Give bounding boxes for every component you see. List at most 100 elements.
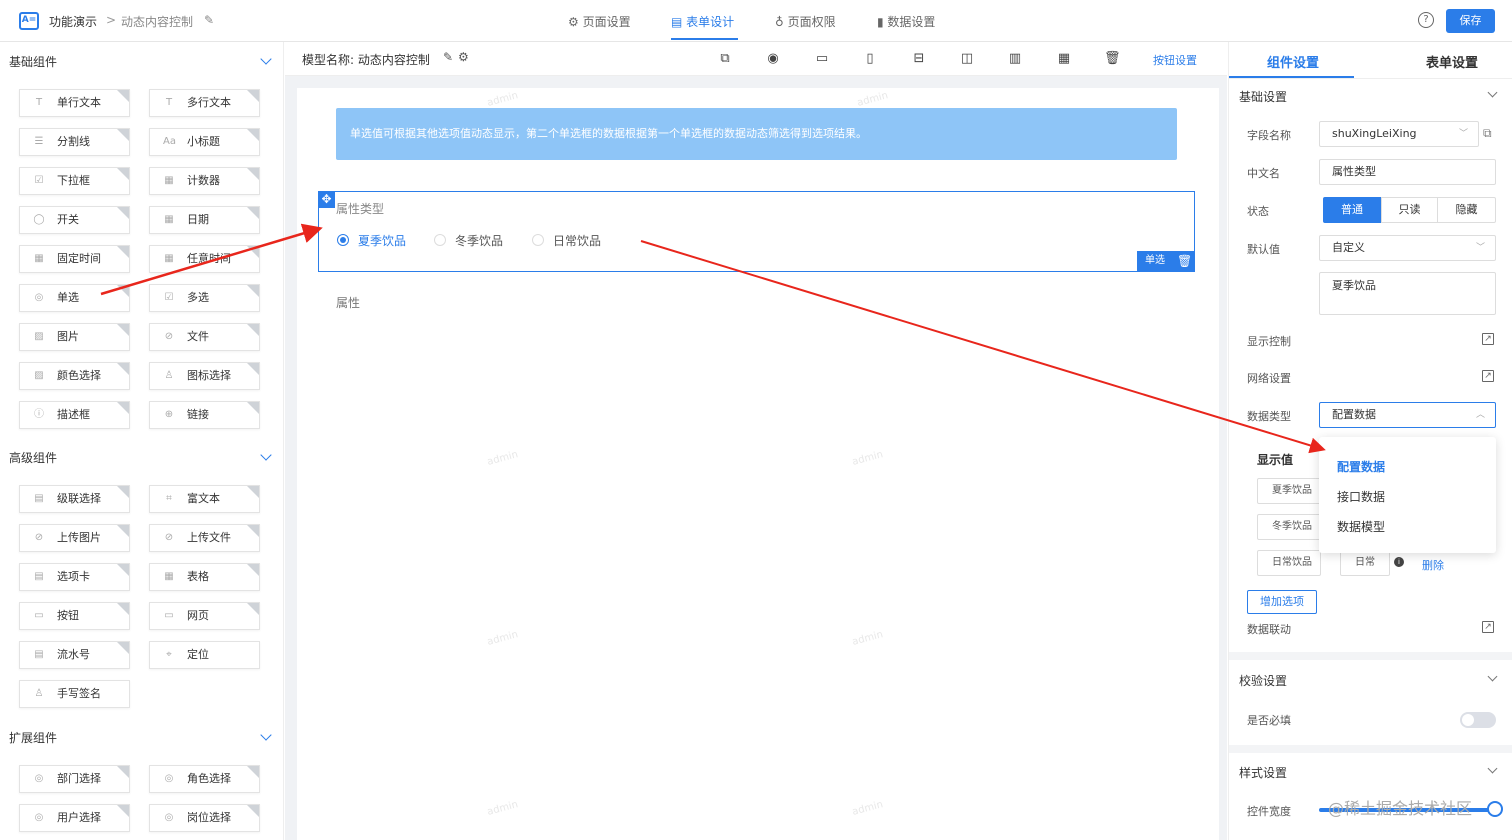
field-name-select[interactable]: shuXingLeiXing ﹀ — [1319, 121, 1479, 147]
section-divider — [1229, 652, 1512, 660]
tab-component-settings[interactable]: 组件设置 — [1267, 52, 1319, 71]
chevron-down-icon[interactable] — [260, 53, 272, 65]
link-icon[interactable]: ⧉ — [717, 51, 733, 67]
dropdown-option-data-model[interactable]: 数据模型 — [1337, 518, 1385, 535]
component-item[interactable]: ▦ 任意时间 — [149, 245, 260, 273]
component-item[interactable]: T 单行文本 — [19, 89, 130, 117]
component-item[interactable]: ☑ 下拉框 — [19, 167, 130, 195]
chevron-down-icon[interactable] — [260, 449, 272, 461]
watermark: admin — [486, 799, 520, 818]
component-item[interactable]: ▭ 网页 — [149, 602, 260, 630]
watermark: admin — [486, 90, 520, 109]
component-item[interactable]: ▨ 图片 — [19, 323, 130, 351]
chevron-down-icon[interactable] — [260, 729, 272, 741]
component-item[interactable]: ⌖ 定位 — [149, 641, 260, 669]
component-item[interactable]: ◎ 单选 — [19, 284, 130, 312]
delete-option-link[interactable]: 删除 — [1422, 557, 1444, 573]
basic-settings-title: 基础设置 — [1239, 90, 1288, 104]
gear-icon[interactable]: ⚙ — [458, 50, 469, 64]
tab-page-settings[interactable]: ⚙ 页面设置 — [568, 13, 631, 30]
layout-three-column-icon[interactable]: ▥ — [1007, 51, 1023, 67]
component-item[interactable]: ⊘ 文件 — [149, 323, 260, 351]
dropdown-option-api-data[interactable]: 接口数据 — [1337, 488, 1385, 505]
width-slider-handle[interactable] — [1487, 801, 1503, 817]
corner-mark — [117, 285, 129, 297]
chevron-down-icon[interactable] — [1487, 87, 1498, 98]
radio-option-winter[interactable] — [434, 234, 446, 246]
status-hidden-button[interactable]: 隐藏 — [1437, 197, 1496, 223]
option-input[interactable]: 夏季饮品 — [1257, 478, 1321, 504]
help-icon[interactable]: ? — [1418, 12, 1434, 28]
mobile-icon[interactable]: ▯ — [862, 51, 878, 67]
component-item[interactable]: ▦ 日期 — [149, 206, 260, 234]
component-item[interactable]: ⓘ 描述框 — [19, 401, 130, 429]
component-item[interactable]: ☰ 分割线 — [19, 128, 130, 156]
component-item[interactable]: ▭ 按钮 — [19, 602, 130, 630]
desktop-icon[interactable]: ▭ — [814, 51, 830, 67]
component-item[interactable]: ▤ 选项卡 — [19, 563, 130, 591]
component-item[interactable]: ◎ 部门选择 — [19, 765, 130, 793]
radio-option-summer[interactable] — [337, 234, 349, 246]
delete-field-icon[interactable]: 🗑 — [1177, 251, 1192, 271]
layout-four-column-icon[interactable]: ▦ — [1056, 51, 1072, 67]
required-toggle[interactable] — [1460, 712, 1496, 728]
tab-form-settings[interactable]: 表单设置 — [1426, 52, 1478, 71]
edit-icon[interactable]: ↗ — [1482, 370, 1494, 382]
add-option-button[interactable]: 增加选项 — [1247, 590, 1317, 614]
component-item[interactable]: ⌗ 富文本 — [149, 485, 260, 513]
component-item[interactable]: ◎ 用户选择 — [19, 804, 130, 832]
component-item[interactable]: ▦ 表格 — [149, 563, 260, 591]
component-item[interactable]: ♙ 图标选择 — [149, 362, 260, 390]
component-item[interactable]: ☑ 多选 — [149, 284, 260, 312]
tab-page-permissions[interactable]: ♁ 页面权限 — [775, 13, 836, 30]
preview-eye-icon[interactable]: ◉ — [765, 51, 781, 67]
status-normal-button[interactable]: 普通 — [1323, 197, 1381, 223]
component-item[interactable]: ▨ 颜色选择 — [19, 362, 130, 390]
data-type-select[interactable]: 配置数据 ︿ — [1319, 402, 1496, 428]
breadcrumb-root[interactable]: 功能演示 — [49, 13, 97, 30]
layout-one-column-icon[interactable]: ⊟ — [911, 51, 927, 67]
top-bar: A= 功能演示 > 动态内容控制 ✎ ⚙ 页面设置 ▤ 表单设计 ♁ 页面权限 … — [0, 0, 1512, 42]
corner-mark — [117, 642, 129, 654]
component-item[interactable]: ▦ 计数器 — [149, 167, 260, 195]
chevron-down-icon[interactable] — [1487, 763, 1498, 774]
default-value-textarea[interactable]: 夏季饮品 — [1319, 272, 1496, 315]
component-item[interactable]: ⊕ 链接 — [149, 401, 260, 429]
option-value-input[interactable]: 日常 — [1340, 550, 1390, 576]
edit-icon[interactable]: ↗ — [1482, 621, 1494, 633]
edit-model-icon[interactable]: ✎ — [443, 50, 453, 64]
edit-icon[interactable]: ↗ — [1482, 333, 1494, 345]
option-input[interactable]: 日常饮品 — [1257, 550, 1321, 576]
component-item[interactable]: ▤ 级联选择 — [19, 485, 130, 513]
component-item[interactable]: ▤ 流水号 — [19, 641, 130, 669]
save-button[interactable]: 保存 — [1446, 9, 1495, 33]
trash-icon[interactable]: 🗑 — [1104, 51, 1121, 67]
component-label: 图片 — [57, 330, 79, 343]
component-item[interactable]: ◎ 岗位选择 — [149, 804, 260, 832]
chevron-down-icon[interactable] — [1487, 671, 1498, 682]
edit-title-icon[interactable]: ✎ — [204, 13, 214, 27]
radio-option-daily[interactable] — [532, 234, 544, 246]
default-value-select[interactable]: 自定义 ﹀ — [1319, 235, 1496, 261]
component-item[interactable]: ⊘ 上传文件 — [149, 524, 260, 552]
dropdown-option-config-data[interactable]: 配置数据 — [1337, 458, 1385, 475]
component-item[interactable]: ▦ 固定时间 — [19, 245, 130, 273]
move-handle-icon[interactable]: ✥ — [318, 191, 335, 208]
button-settings-link[interactable]: 按钮设置 — [1153, 52, 1197, 68]
selected-radio-field[interactable]: ✥ 属性类型 夏季饮品 冬季饮品 日常饮品 单选 🗑 — [318, 191, 1195, 272]
tab-form-design[interactable]: ▤ 表单设计 — [671, 13, 734, 30]
copy-icon[interactable]: ⧉ — [1483, 126, 1492, 141]
component-item[interactable]: ◯ 开关 — [19, 206, 130, 234]
corner-mark — [247, 90, 259, 102]
tab-data-settings[interactable]: ▮ 数据设置 — [877, 13, 935, 30]
cn-name-input[interactable]: 属性类型 — [1319, 159, 1496, 185]
option-input[interactable]: 冬季饮品 — [1257, 514, 1321, 540]
corner-mark — [117, 766, 129, 778]
component-item[interactable]: ⊘ 上传图片 — [19, 524, 130, 552]
layout-two-column-icon[interactable]: ◫ — [959, 51, 975, 67]
status-readonly-button[interactable]: 只读 — [1381, 197, 1438, 223]
component-item[interactable]: T 多行文本 — [149, 89, 260, 117]
component-item[interactable]: ♙ 手写签名 — [19, 680, 130, 708]
component-item[interactable]: ◎ 角色选择 — [149, 765, 260, 793]
component-item[interactable]: Aa 小标题 — [149, 128, 260, 156]
